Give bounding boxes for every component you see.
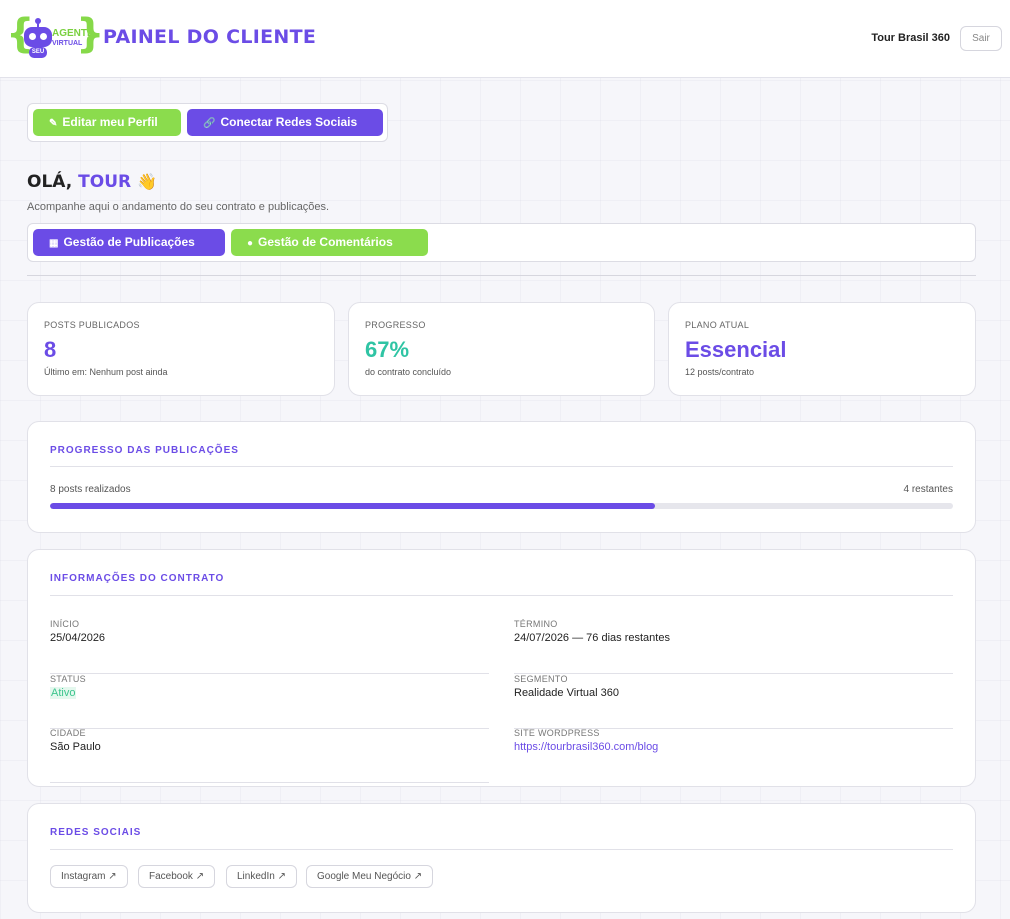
section-divider — [50, 849, 953, 850]
edit-profile-button[interactable]: ✎ Editar meu Perfil — [33, 109, 181, 136]
stat-label: PLANO ATUAL — [685, 320, 750, 330]
field-label: STATUS — [50, 674, 86, 684]
progress-bar-fill — [50, 503, 655, 509]
tab-publications[interactable]: ▦ Gestão de Publicações — [33, 229, 225, 256]
stat-card-posts: POSTS PUBLICADOS 8 Último em: Nenhum pos… — [27, 302, 335, 396]
field-value: São Paulo — [50, 741, 101, 753]
top-header: { SEU AGENTE VIRTUAL } PAINEL DO CLIENTE… — [0, 0, 1010, 78]
progress-card: PROGRESSO DAS PUBLICAÇÕES 8 posts realiz… — [27, 421, 976, 533]
stat-sub: Último em: Nenhum post ainda — [44, 367, 168, 377]
field-start: INÍCIO 25/04/2026 — [50, 619, 489, 674]
connect-social-button[interactable]: 🔗 Conectar Redes Sociais — [187, 109, 383, 136]
posts-remaining-label: 4 restantes — [903, 484, 953, 495]
logo-badge: SEU — [29, 47, 47, 58]
progress-bar — [50, 503, 953, 509]
divider — [27, 275, 976, 276]
link-icon: 🔗 — [203, 118, 216, 129]
social-card: REDES SOCIAIS Instagram ↗ Facebook ↗ Lin… — [27, 803, 976, 913]
stat-card-plan: PLANO ATUAL Essencial 12 posts/contrato — [668, 302, 976, 396]
stat-value: 67% — [365, 337, 410, 362]
brand-logo[interactable]: { SEU AGENTE VIRTUAL } — [6, 12, 104, 60]
tab-comments[interactable]: ● Gestão de Comentários — [231, 229, 428, 256]
section-divider — [50, 595, 953, 596]
calendar-icon: ▦ — [49, 238, 59, 249]
tab-publications-label: Gestão de Publicações — [63, 235, 195, 249]
stat-label: POSTS PUBLICADOS — [44, 320, 140, 330]
greeting-prefix: OLÁ, — [27, 172, 79, 192]
robot-icon: SEU — [20, 18, 56, 58]
stat-sub: do contrato concluído — [365, 367, 452, 377]
stat-value: 8 — [44, 337, 57, 362]
posts-done-label: 8 posts realizados — [50, 484, 131, 495]
field-label: SITE WORDPRESS — [514, 728, 600, 738]
field-value: Realidade Virtual 360 — [514, 687, 619, 699]
field-value: 24/07/2026 — 76 dias restantes — [514, 632, 670, 644]
stat-card-progress: PROGRESSO 67% do contrato concluído — [348, 302, 655, 396]
field-value: 25/04/2026 — [50, 632, 106, 644]
waving-hand-icon: 👋 — [137, 172, 157, 191]
greeting-subtitle: Acompanhe aqui o andamento do seu contra… — [27, 201, 330, 213]
field-label: CIDADE — [50, 728, 86, 738]
stat-sub: 12 posts/contrato — [685, 367, 755, 377]
edit-profile-label: Editar meu Perfil — [62, 115, 158, 129]
user-name: Tour Brasil 360 — [871, 32, 950, 44]
logout-button[interactable]: Sair — [960, 26, 1002, 51]
tab-comments-label: Gestão de Comentários — [258, 235, 393, 249]
section-title: REDES SOCIAIS — [50, 827, 142, 838]
pencil-icon: ✎ — [49, 118, 58, 129]
field-label: TÉRMINO — [514, 619, 558, 629]
page-title: PAINEL DO CLIENTE — [103, 26, 317, 48]
field-label: SEGMENTO — [514, 674, 568, 684]
social-link-google-business[interactable]: Google Meu Negócio ↗ — [306, 865, 434, 888]
stat-value: Essencial — [685, 337, 787, 362]
contract-card: INFORMAÇÕES DO CONTRATO INÍCIO 25/04/202… — [27, 549, 976, 787]
wordpress-site-link[interactable]: https://tourbrasil360.com/blog — [514, 741, 658, 753]
section-title: PROGRESSO DAS PUBLICAÇÕES — [50, 445, 239, 456]
section-divider — [50, 466, 953, 467]
connect-social-label: Conectar Redes Sociais — [220, 115, 358, 129]
stat-label: PROGRESSO — [365, 320, 426, 330]
speech-bubble-icon: ● — [247, 238, 254, 249]
social-link-linkedin[interactable]: LinkedIn ↗ — [226, 865, 297, 888]
social-link-instagram[interactable]: Instagram ↗ — [50, 865, 128, 888]
field-status: STATUS Ativo — [50, 674, 489, 729]
section-title: INFORMAÇÕES DO CONTRATO — [50, 573, 225, 584]
field-site: SITE WORDPRESS https://tourbrasil360.com… — [514, 728, 953, 783]
field-segment: SEGMENTO Realidade Virtual 360 — [514, 674, 953, 729]
field-city: CIDADE São Paulo — [50, 728, 489, 783]
social-link-facebook[interactable]: Facebook ↗ — [138, 865, 216, 888]
status-badge: Ativo — [50, 687, 77, 699]
field-label: INÍCIO — [50, 619, 80, 629]
logo-brace-right: } — [76, 11, 105, 57]
greeting-heading: OLÁ, TOUR 👋 — [27, 172, 157, 192]
greeting-name: TOUR — [78, 172, 132, 192]
field-end: TÉRMINO 24/07/2026 — 76 dias restantes — [514, 619, 953, 674]
